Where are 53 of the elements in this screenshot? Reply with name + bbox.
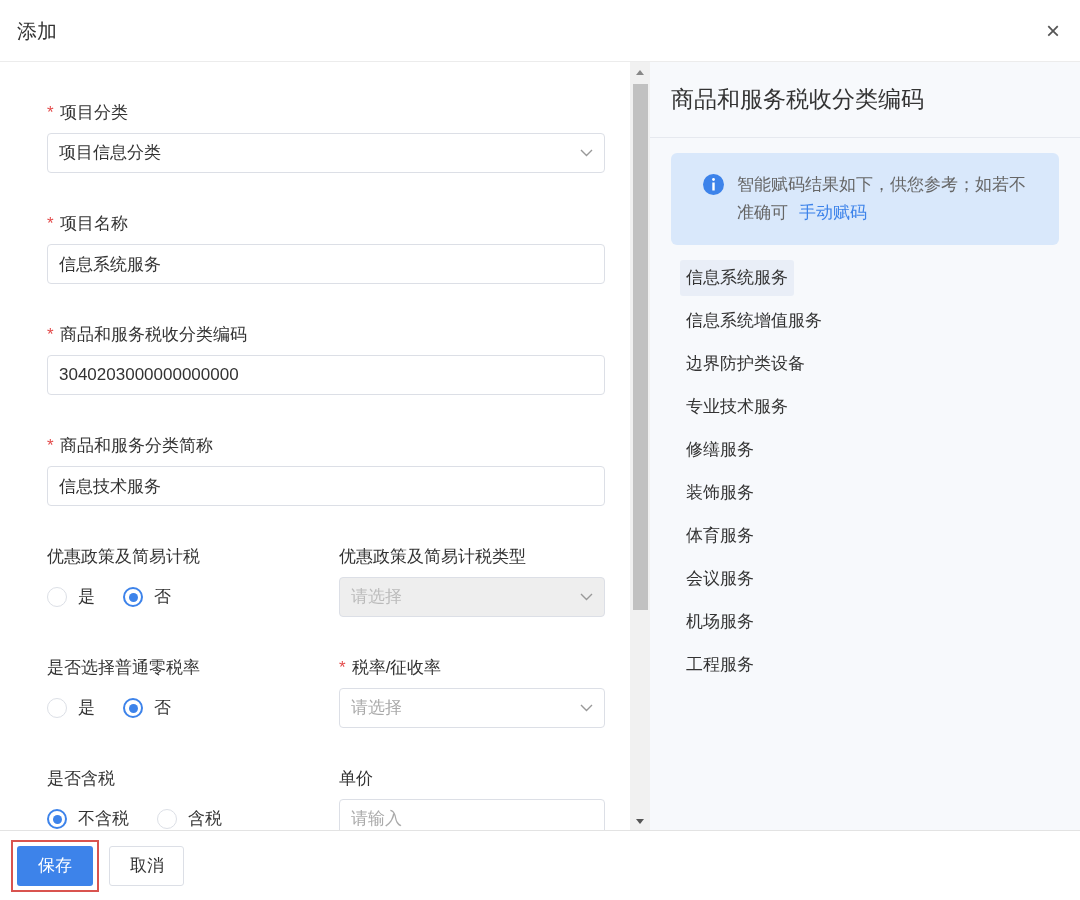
scrollbar[interactable] [630, 62, 650, 830]
field-label: 税率/征收率 [351, 657, 442, 680]
chevron-down-icon [580, 149, 593, 157]
radio-label[interactable]: 否 [154, 695, 171, 721]
suggestion-item[interactable]: 边界防护类设备 [680, 346, 811, 382]
field-label: 单价 [339, 768, 373, 791]
chevron-down-icon [580, 593, 593, 601]
scrollbar-thumb[interactable] [633, 84, 648, 610]
field-label: 优惠政策及简易计税类型 [339, 546, 526, 569]
suggestion-item[interactable]: 信息系统服务 [680, 260, 794, 296]
field-label: 优惠政策及简易计税 [47, 546, 200, 569]
required-mark: * [47, 324, 54, 347]
radio-label[interactable]: 含税 [188, 806, 222, 830]
field-label: 商品和服务税收分类编码 [59, 324, 247, 347]
save-button[interactable]: 保存 [17, 845, 93, 886]
radio-label[interactable]: 否 [154, 584, 171, 610]
radio-label[interactable]: 是 [78, 695, 95, 721]
input-field[interactable]: 3040203000000000000 [47, 355, 605, 395]
suggestion-item[interactable]: 工程服务 [680, 647, 760, 683]
input-field[interactable]: 信息技术服务 [47, 466, 605, 506]
radio-button[interactable] [123, 698, 143, 718]
select-field[interactable]: 项目信息分类 [47, 133, 605, 173]
notice-text: 智能赋码结果如下，供您参考；如若不准确可 手动赋码 [737, 174, 1027, 224]
field-label: 项目名称 [59, 213, 128, 236]
panel-title: 商品和服务税收分类编码 [671, 85, 924, 115]
radio-button[interactable] [123, 587, 143, 607]
dialog-title: 添加 [17, 18, 57, 44]
required-mark: * [47, 435, 54, 458]
input-field[interactable]: 请输入 [339, 799, 605, 830]
suggestion-item[interactable]: 专业技术服务 [680, 389, 794, 425]
required-mark: * [339, 657, 346, 680]
radio-button[interactable] [47, 809, 67, 829]
field-label: 是否含税 [47, 768, 115, 791]
scroll-down-icon[interactable] [636, 819, 644, 824]
radio-label[interactable]: 是 [78, 584, 95, 610]
close-button[interactable]: × [1046, 18, 1060, 43]
suggestion-item[interactable]: 体育服务 [680, 518, 760, 554]
suggestion-item[interactable]: 信息系统增值服务 [680, 303, 828, 339]
field-label: 是否选择普通零税率 [47, 657, 200, 680]
required-mark: * [47, 102, 54, 125]
suggestion-item[interactable]: 机场服务 [680, 604, 760, 640]
suggestion-item[interactable]: 修缮服务 [680, 432, 760, 468]
suggestion-item[interactable]: 装饰服务 [680, 475, 760, 511]
scroll-up-icon[interactable] [636, 70, 644, 75]
suggestion-item[interactable]: 会议服务 [680, 561, 760, 597]
field-label: 商品和服务分类简称 [59, 435, 213, 458]
cancel-button[interactable]: 取消 [109, 845, 184, 886]
required-mark: * [47, 213, 54, 236]
info-icon [703, 174, 724, 195]
radio-label[interactable]: 不含税 [78, 806, 129, 830]
field-label: 项目分类 [59, 102, 128, 125]
input-field[interactable]: 信息系统服务 [47, 244, 605, 284]
chevron-down-icon [580, 704, 593, 712]
